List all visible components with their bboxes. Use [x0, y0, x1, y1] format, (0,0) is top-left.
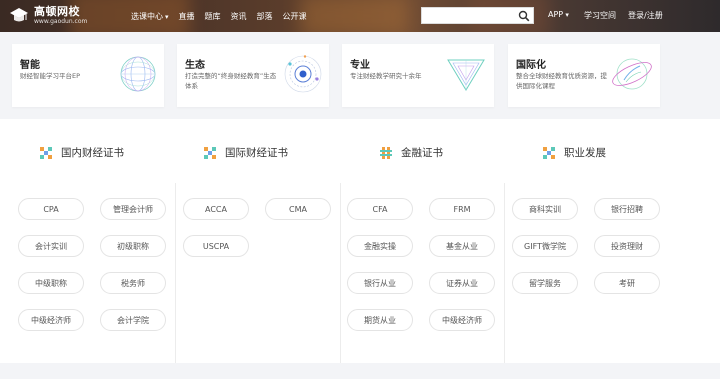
logo-url: www.gaodun.com: [34, 17, 88, 25]
cert-pill-investment[interactable]: 投资理财: [594, 235, 660, 257]
cert-pill-acca[interactable]: ACCA: [183, 198, 249, 220]
column-header-domestic[interactable]: 国内财经证书: [40, 145, 124, 160]
cert-pill-tax-agent[interactable]: 税务师: [100, 272, 166, 294]
cert-pill-frm[interactable]: FRM: [429, 198, 495, 220]
cert-pill-uscpa[interactable]: USCPA: [183, 235, 249, 257]
column-header-finance[interactable]: 金融证书: [380, 145, 443, 160]
logo-hat-icon: [10, 8, 28, 22]
cert-pill-accounting-academy[interactable]: 会计学院: [100, 309, 166, 331]
column-divider: [340, 183, 341, 363]
card-description: 专注财经教学研究十余年: [350, 72, 422, 80]
main-nav: 选课中心 直播 题库 资讯 部落 公开课: [131, 0, 317, 32]
nav-tribe[interactable]: 部落: [257, 11, 273, 22]
nav-open-class[interactable]: 公开课: [283, 11, 307, 22]
nav-news[interactable]: 资讯: [231, 11, 247, 22]
cert-pill-securities-qualification[interactable]: 证券从业: [429, 272, 495, 294]
cert-pill-intermediate-title[interactable]: 中级职称: [18, 272, 84, 294]
cert-pill-banking-qualification[interactable]: 银行从业: [347, 272, 413, 294]
orbit-icon: [284, 55, 322, 93]
cert-pill-management-accountant[interactable]: 管理会计师: [100, 198, 166, 220]
grid-dots-icon: [543, 146, 555, 159]
cert-pill-cfa[interactable]: CFA: [347, 198, 413, 220]
cert-pill-postgraduate-exam[interactable]: 考研: [594, 272, 660, 294]
feature-card-professional[interactable]: 专业 专注财经教学研究十余年: [342, 44, 494, 107]
app-download-menu[interactable]: APP: [548, 10, 569, 19]
card-title: 生态: [185, 60, 205, 71]
globe-icon: [612, 58, 652, 90]
cert-pill-gift-academy[interactable]: GIFT微学院: [512, 235, 578, 257]
cert-pill-intermediate-economist[interactable]: 中级经济师: [18, 309, 84, 331]
cert-pill-intermediate-economist-finance[interactable]: 中级经济师: [429, 309, 495, 331]
logo-name: 高顿网校: [34, 4, 80, 18]
search-input[interactable]: [422, 13, 512, 28]
search-icon[interactable]: [518, 10, 530, 22]
card-description: 财经智能学习平台EP: [20, 72, 81, 80]
card-title: 国际化: [516, 60, 546, 71]
nav-live[interactable]: 直播: [179, 11, 195, 22]
grid-dots-icon: [380, 146, 392, 159]
column-header-career[interactable]: 职业发展: [543, 145, 606, 160]
site-logo[interactable]: 高顿网校 www.gaodun.com: [8, 4, 87, 26]
cert-pill-cma[interactable]: CMA: [265, 198, 331, 220]
cert-pill-study-abroad[interactable]: 留学服务: [512, 272, 578, 294]
cert-pill-junior-title[interactable]: 初级职称: [100, 235, 166, 257]
cert-pill-fund-qualification[interactable]: 基金从业: [429, 235, 495, 257]
column-title: 职业发展: [564, 147, 606, 159]
grid-dots-icon: [204, 146, 216, 159]
column-title: 金融证书: [401, 147, 443, 159]
cert-pill-cpa[interactable]: CPA: [18, 198, 84, 220]
card-title: 专业: [350, 60, 370, 71]
card-description: 打造完整的“终身财经教育”生态体系: [185, 72, 277, 90]
column-title: 国内财经证书: [61, 147, 124, 159]
cert-pill-futures-qualification[interactable]: 期货从业: [347, 309, 413, 331]
triangle-icon: [447, 59, 485, 91]
feature-card-smart[interactable]: 智能 财经智能学习平台EP: [12, 44, 164, 107]
feature-card-international[interactable]: 国际化 整合全球财经教育优质资源，提供国际化课程: [508, 44, 660, 107]
nav-question-bank[interactable]: 题库: [205, 11, 221, 22]
sphere-icon: [120, 56, 156, 92]
study-space-link[interactable]: 学习空间: [584, 10, 616, 21]
cert-pill-business-practice[interactable]: 商科实训: [512, 198, 578, 220]
grid-dots-icon: [40, 146, 52, 159]
login-register-link[interactable]: 登录/注册: [628, 10, 663, 21]
column-title: 国际财经证书: [225, 147, 288, 159]
card-title: 智能: [20, 60, 40, 71]
feature-card-ecosystem[interactable]: 生态 打造完整的“终身财经教育”生态体系: [177, 44, 329, 107]
cert-pill-bank-recruitment[interactable]: 银行招聘: [594, 198, 660, 220]
cert-pill-accounting-practice[interactable]: 会计实训: [18, 235, 84, 257]
column-header-international[interactable]: 国际财经证书: [204, 145, 288, 160]
column-divider: [175, 183, 176, 363]
column-divider: [504, 183, 505, 363]
card-description: 整合全球财经教育优质资源，提供国际化课程: [516, 72, 607, 90]
search-box: [421, 7, 534, 28]
nav-course-center[interactable]: 选课中心: [131, 11, 169, 22]
cert-pill-finance-practice[interactable]: 金融实操: [347, 235, 413, 257]
top-navbar: 高顿网校 www.gaodun.com 选课中心 直播 题库 资讯 部落 公开课…: [0, 0, 720, 32]
certificate-section: 国内财经证书 国际财经证书 金融证书 职业发展 CPA 管理会计师 会计实训 初…: [0, 119, 720, 363]
